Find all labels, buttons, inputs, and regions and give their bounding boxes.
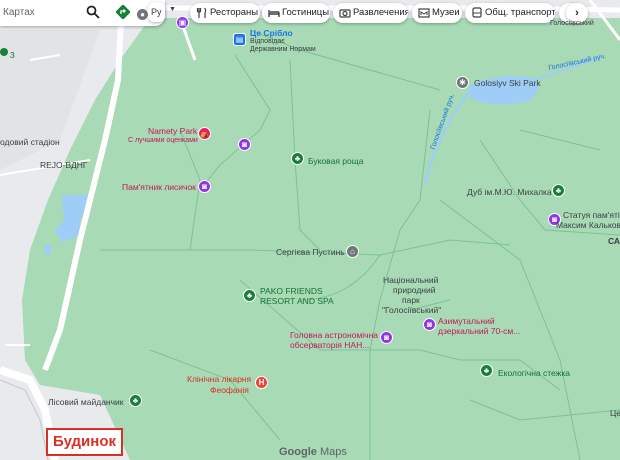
- chip-hotels[interactable]: Гостиницы: [262, 3, 330, 23]
- place-sub: Державним Нормам: [250, 46, 316, 53]
- place-sub: Відповідає: [250, 38, 285, 45]
- brand-maps: Maps: [319, 446, 347, 458]
- search-text[interactable]: Картах: [3, 7, 35, 18]
- spa-icon[interactable]: ♣: [243, 289, 256, 302]
- ski-icon[interactable]: ✱: [456, 76, 469, 89]
- chip-museums[interactable]: Музеи: [412, 3, 462, 23]
- museum-pin-icon[interactable]: ▣: [176, 16, 189, 29]
- chip-label: Развлечения: [353, 7, 408, 18]
- place-stadion[interactable]: одовий стадіон: [0, 137, 60, 147]
- chip-label: Музеи: [432, 7, 460, 18]
- chip-label: Рестораны: [210, 7, 259, 18]
- chip-entertainment[interactable]: Развлечения: [333, 3, 408, 23]
- pin-icon[interactable]: ●: [136, 8, 149, 21]
- tree-icon[interactable]: ♣: [291, 152, 304, 165]
- place-lisovyi[interactable]: Лісовий майданчик: [48, 397, 124, 407]
- camera-pin-icon[interactable]: ◙: [238, 138, 251, 151]
- place-ski-park[interactable]: Golosiyv Ski Park: [474, 78, 541, 88]
- place-pako-sub: RESORT AND SPA: [260, 296, 334, 306]
- chip-transit[interactable]: Общ. транспорт: [465, 3, 555, 23]
- place-ecology[interactable]: Екологічна стежка: [498, 368, 570, 378]
- place-nature-park-l3: парк: [402, 295, 420, 305]
- google-maps-logo: Google Maps: [279, 446, 347, 458]
- church-icon[interactable]: ⌂: [346, 245, 359, 258]
- label-sa: СА: [608, 236, 620, 246]
- park-icon[interactable]: ♣: [129, 394, 142, 407]
- place-pamyatnyk[interactable]: Пам'ятник лисичок: [122, 182, 196, 192]
- search-icon[interactable]: [86, 5, 100, 19]
- bed-icon: [268, 10, 280, 17]
- place-nature-park[interactable]: Національний: [383, 275, 438, 285]
- chevron-down-icon[interactable]: ▼: [169, 6, 176, 13]
- place-observatory[interactable]: Головна астрономічна: [290, 330, 378, 340]
- place-sergieva[interactable]: Сергієва Пустинь: [276, 247, 345, 257]
- place-observatory-l2: обсерваторія НАН...: [290, 340, 370, 350]
- place-nature-park-l2: природний: [393, 285, 436, 295]
- park-icon: [0, 48, 8, 56]
- chip-label: Гостиницы: [282, 7, 330, 18]
- place-nature-park-l4: "Голосіївський": [382, 305, 442, 315]
- chip-restaurants[interactable]: Рестораны: [190, 3, 260, 23]
- place-hospital-l2: Феофанія: [210, 385, 249, 395]
- language-select[interactable]: Ру: [148, 2, 165, 22]
- place-azimuth-l2: дзеркальний 70-см...: [438, 326, 521, 336]
- map-canvas[interactable]: [0, 0, 620, 460]
- place-statue-l2: Максим Кальков: [556, 220, 620, 230]
- place-sub: С лучшими оценками: [128, 137, 198, 144]
- label-golosiivskyi: Голосіївський: [550, 20, 594, 27]
- hiking-icon[interactable]: ♣: [480, 364, 493, 377]
- place-ce-sriblo[interactable]: Це Срібло: [250, 28, 293, 38]
- fork-knife-icon: [196, 7, 207, 18]
- hospital-icon[interactable]: H: [255, 376, 268, 389]
- place-namety-park[interactable]: Namety Park: [148, 126, 197, 136]
- place-bukova[interactable]: Буковая роща: [308, 156, 363, 166]
- place-azimuth[interactable]: Азимутальний: [438, 316, 495, 326]
- place-pako[interactable]: PAKO FRIENDS: [260, 286, 323, 296]
- chip-label: Общ. транспорт: [485, 7, 555, 18]
- label-ce: Це: [610, 408, 620, 418]
- brand-google: Google: [279, 446, 317, 458]
- directions-icon[interactable]: [115, 4, 131, 20]
- place-hospital[interactable]: Клінічна лікарня: [187, 374, 251, 384]
- camera-icon: [339, 9, 351, 18]
- museum-icon: [418, 8, 430, 18]
- house-tag: Будинок: [46, 428, 123, 456]
- camera-pin-icon[interactable]: ◙: [198, 180, 211, 193]
- camera-pin-icon[interactable]: ◙: [380, 331, 393, 344]
- camera-pin-icon[interactable]: ◙: [423, 318, 436, 331]
- place-dub[interactable]: Дуб ім.М.Ю. Михалка: [467, 187, 552, 197]
- bus-icon: [472, 7, 482, 18]
- label-number: 3: [10, 50, 15, 60]
- place-statue[interactable]: Статуя пам'ятi: [563, 210, 620, 220]
- tree-icon[interactable]: ♣: [552, 184, 565, 197]
- shopping-bag-icon[interactable]: ▤: [233, 33, 246, 46]
- place-rejo[interactable]: REJO-ВДНГ: [40, 160, 87, 170]
- tent-icon[interactable]: ⛺: [198, 127, 211, 140]
